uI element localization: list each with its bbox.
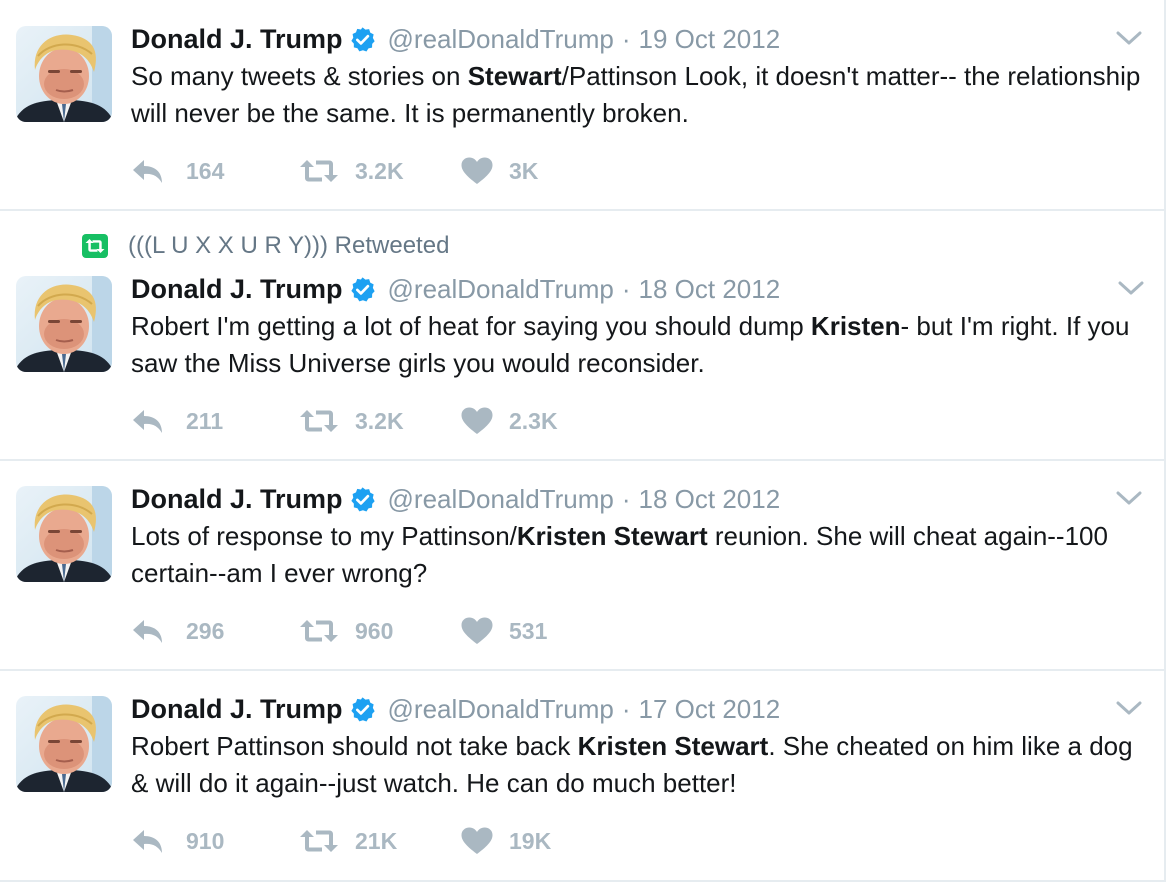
text-segment: Lots of response to my Pattinson/ (131, 521, 517, 551)
avatar-image (16, 486, 112, 582)
text-highlight: Kristen Stewart (516, 521, 708, 551)
author-handle[interactable]: @realDonaldTrump (388, 274, 614, 305)
tweet-text: Robert I'm getting a lot of heat for say… (131, 308, 1141, 382)
author-handle[interactable]: @realDonaldTrump (388, 484, 614, 515)
avatar[interactable] (16, 276, 112, 372)
avatar[interactable] (16, 26, 112, 122)
like-button[interactable]: 19K (461, 827, 551, 855)
reply-count: 910 (186, 827, 225, 854)
author-name[interactable]: Donald J. Trump (131, 24, 343, 55)
retweet-count: 21K (355, 827, 398, 854)
like-count: 531 (509, 617, 548, 644)
like-count: 19K (509, 827, 552, 854)
heart-icon (461, 827, 493, 855)
retweet-icon (299, 158, 339, 184)
tweet-body: Donald J. Trump @realDonaldTrump · 18 Oc… (0, 211, 1166, 461)
tweet[interactable]: Donald J. Trump @realDonaldTrump · 17 Oc… (0, 671, 1166, 882)
text-segment: Robert I'm getting a lot of heat for say… (131, 311, 811, 341)
retweet-button[interactable]: 960 (299, 618, 461, 645)
separator: · (621, 23, 631, 54)
heart-icon (461, 617, 493, 645)
tweet[interactable]: Donald J. Trump @realDonaldTrump · 19 Oc… (0, 0, 1166, 211)
avatar-image (16, 696, 112, 792)
reply-icon (131, 828, 165, 854)
retweet-count: 960 (355, 617, 394, 644)
avatar[interactable] (16, 696, 112, 792)
reply-count: 296 (186, 617, 225, 644)
tweet-text: Robert Pattinson should not take back Kr… (131, 728, 1141, 802)
text-highlight: Stewart (467, 61, 562, 91)
retweet-icon (299, 618, 339, 644)
retweet-button[interactable]: 3.2K (299, 408, 461, 435)
retweet-icon (299, 828, 339, 854)
tweet-actions: 164 3.2K 3K (131, 155, 538, 187)
tweet-text: Lots of response to my Pattinson/Kristen… (131, 518, 1141, 592)
tweet-date[interactable]: 18 Oct 2012 (639, 484, 781, 515)
separator: · (621, 693, 631, 724)
like-count: 2.3K (509, 407, 558, 434)
avatar-image (16, 26, 112, 122)
author-name[interactable]: Donald J. Trump (131, 274, 343, 305)
chevron-down-icon[interactable] (1116, 700, 1142, 716)
tweet-date[interactable]: 18 Oct 2012 (639, 274, 781, 305)
verified-badge-icon (349, 486, 376, 513)
timeline: Donald J. Trump @realDonaldTrump · 19 Oc… (0, 0, 1172, 888)
reply-icon (131, 408, 165, 434)
reply-button[interactable]: 296 (131, 618, 299, 645)
tweet-header: Donald J. Trump @realDonaldTrump · 18 Oc… (131, 482, 780, 516)
retweet-button[interactable]: 21K (299, 828, 461, 855)
like-button[interactable]: 2.3K (461, 407, 558, 435)
tweet-date[interactable]: 17 Oct 2012 (639, 694, 781, 725)
author-name[interactable]: Donald J. Trump (131, 484, 343, 515)
chevron-down-icon[interactable] (1118, 280, 1144, 296)
author-handle[interactable]: @realDonaldTrump (388, 694, 614, 725)
tweet-actions: 296 960 531 (131, 615, 547, 647)
text-segment: Robert Pattinson should not take back (131, 731, 578, 761)
reply-button[interactable]: 211 (131, 408, 299, 435)
tweet[interactable]: Donald J. Trump @realDonaldTrump · 18 Oc… (0, 461, 1166, 671)
reply-button[interactable]: 910 (131, 828, 299, 855)
verified-badge-icon (349, 276, 376, 303)
author-name[interactable]: Donald J. Trump (131, 694, 343, 725)
retweet-button[interactable]: 3.2K (299, 158, 461, 185)
tweet-header: Donald J. Trump @realDonaldTrump · 17 Oc… (131, 692, 780, 726)
like-button[interactable]: 531 (461, 617, 547, 645)
tweet-actions: 910 21K 19K (131, 825, 551, 857)
tweet-date[interactable]: 19 Oct 2012 (639, 24, 781, 55)
retweet-count: 3.2K (355, 157, 404, 184)
heart-icon (461, 157, 493, 185)
reply-icon (131, 618, 165, 644)
reply-count: 211 (186, 407, 224, 434)
chevron-down-icon[interactable] (1116, 490, 1142, 506)
chevron-down-icon[interactable] (1116, 30, 1142, 46)
avatar[interactable] (16, 486, 112, 582)
text-highlight: Kristen Stewart (577, 731, 769, 761)
retweet-icon (299, 408, 339, 434)
retweet-count: 3.2K (355, 407, 404, 434)
author-handle[interactable]: @realDonaldTrump (388, 24, 614, 55)
verified-badge-icon (349, 26, 376, 53)
reply-count: 164 (186, 157, 225, 184)
avatar-image (16, 276, 112, 372)
separator: · (621, 483, 631, 514)
heart-icon (461, 407, 493, 435)
separator: · (621, 273, 631, 304)
text-segment: So many tweets & stories on (131, 61, 468, 91)
like-button[interactable]: 3K (461, 157, 538, 185)
tweet-text: So many tweets & stories on Stewart/Patt… (131, 58, 1141, 132)
reply-icon (131, 158, 165, 184)
verified-badge-icon (349, 696, 376, 723)
reply-button[interactable]: 164 (131, 158, 299, 185)
tweet-header: Donald J. Trump @realDonaldTrump · 18 Oc… (131, 272, 780, 306)
tweet-actions: 211 3.2K 2.3K (131, 405, 558, 437)
text-highlight: Kristen (810, 311, 901, 341)
tweet-header: Donald J. Trump @realDonaldTrump · 19 Oc… (131, 22, 780, 56)
like-count: 3K (509, 157, 539, 184)
